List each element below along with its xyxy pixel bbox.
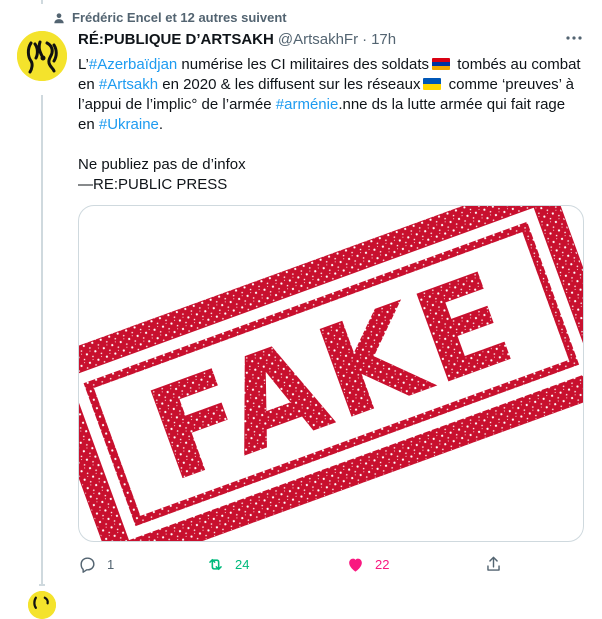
fake-stamp-image: FAKE xyxy=(79,206,583,541)
thread-line xyxy=(41,95,43,585)
retweet-button[interactable]: 24 xyxy=(206,555,249,574)
reply-count: 1 xyxy=(107,557,115,572)
avatar[interactable] xyxy=(17,31,67,81)
tweet-media-image[interactable]: FAKE xyxy=(78,205,584,542)
next-tweet-avatar[interactable] xyxy=(28,591,56,619)
text-segment: . xyxy=(158,116,164,133)
author-handle[interactable]: @ArtsakhFr xyxy=(278,31,358,48)
text-segment: en 2020 & les diffusent sur les réseaux xyxy=(158,76,421,93)
tweet-paragraph-1: L’#Azerbaïdjan numérise les CI militaire… xyxy=(78,55,582,135)
hashtag-ukraine[interactable]: #Ukraine xyxy=(99,116,159,133)
thread-line-bottom xyxy=(39,584,45,586)
author-name[interactable]: RÉ:PUBLIQUE D’ARTSAKH xyxy=(78,31,274,48)
social-context-text: Frédéric Encel et 12 autres suivent xyxy=(72,10,287,25)
thread-line-top xyxy=(41,0,43,4)
hashtag-artsakh[interactable]: #Artsakh xyxy=(99,76,158,93)
reply-icon xyxy=(80,557,95,573)
like-button[interactable]: 22 xyxy=(346,555,389,574)
tweet-text: L’#Azerbaïdjan numérise les CI militaire… xyxy=(78,55,582,195)
retweet-count: 24 xyxy=(235,557,250,572)
like-icon xyxy=(349,558,362,572)
ukraine-flag-icon xyxy=(423,78,442,90)
retweet-icon xyxy=(209,558,222,571)
avatar-logo xyxy=(17,31,67,81)
avatar-logo xyxy=(28,591,56,619)
social-context[interactable]: Frédéric Encel et 12 autres suivent xyxy=(52,10,287,25)
tweet-actions: 1 24 22 xyxy=(78,555,518,577)
reply-button[interactable]: 1 xyxy=(78,555,114,574)
share-icon xyxy=(487,556,500,571)
separator-dot: · xyxy=(362,31,368,48)
tweet-paragraph-2: Ne publiez pas de d’infox xyxy=(78,156,246,173)
text-segment: numérise les CI militaires des soldats xyxy=(177,56,430,73)
hashtag-armenie[interactable]: #arménie xyxy=(276,96,339,113)
share-button[interactable] xyxy=(484,555,503,574)
tweet-paragraph-3: —RE:PUBLIC PRESS xyxy=(78,176,228,193)
armenia-flag-icon xyxy=(432,58,451,70)
like-count: 22 xyxy=(375,557,390,572)
more-button[interactable] xyxy=(562,28,586,48)
text-segment: L’ xyxy=(78,56,89,73)
hashtag-azerbaidjan[interactable]: #Azerbaïdjan xyxy=(89,56,177,73)
more-icon xyxy=(566,36,582,40)
follow-icon xyxy=(54,12,64,23)
tweet-time[interactable]: 17h xyxy=(371,31,396,48)
tweet-header: RÉ:PUBLIQUE D’ARTSAKH @ArtsakhFr · 17h xyxy=(78,31,582,48)
